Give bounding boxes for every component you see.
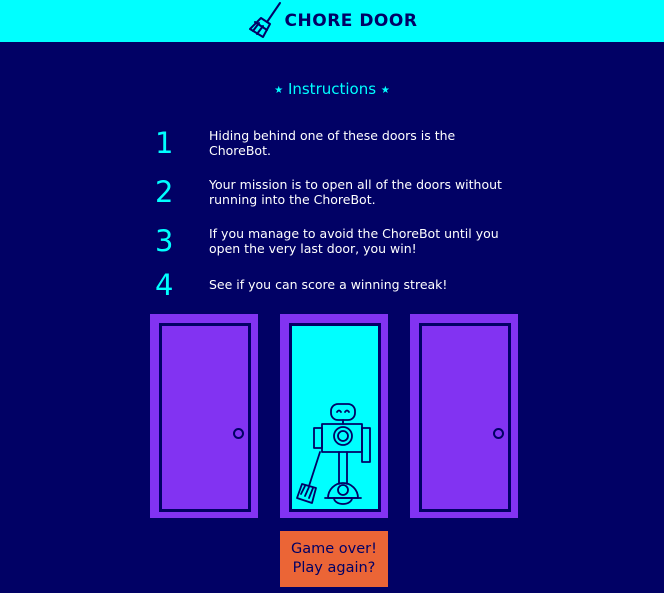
door-3[interactable] [410, 314, 518, 518]
chorebot-icon [296, 403, 371, 505]
instructions-heading: ★ Instructions ★ [0, 80, 664, 98]
broom-icon [248, 2, 281, 38]
star-icon: ★ [380, 85, 390, 96]
star-icon: ★ [274, 85, 284, 96]
step-text: Your mission is to open all of the doors… [209, 177, 502, 207]
step-text: See if you can score a winning streak! [209, 277, 448, 292]
header-bar: CHORE DOOR [0, 0, 664, 42]
door-1[interactable] [150, 314, 258, 518]
door-2 [280, 314, 388, 518]
step-text: Hiding behind one of these doors is the … [209, 128, 456, 158]
step-number: 4 [155, 268, 174, 302]
play-again-button[interactable]: Game over! Play again? [280, 531, 388, 587]
door-panel-open [289, 323, 381, 512]
door-knob [493, 428, 504, 439]
door-knob [233, 428, 244, 439]
door-panel [419, 323, 511, 512]
step-text: If you manage to avoid the ChoreBot unti… [209, 226, 499, 256]
step-number: 3 [155, 224, 174, 258]
door-panel [159, 323, 251, 512]
step-number: 1 [155, 126, 174, 160]
logo: CHORE DOOR [247, 2, 418, 39]
step-number: 2 [155, 175, 174, 209]
app-title: CHORE DOOR [284, 11, 418, 31]
instructions-title: Instructions [287, 80, 377, 98]
